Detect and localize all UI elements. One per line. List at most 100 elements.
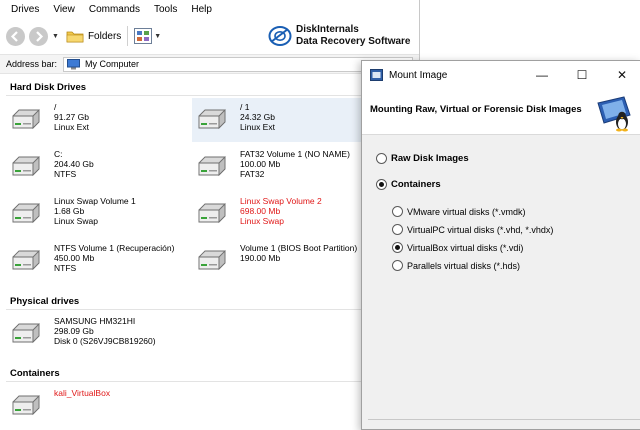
menu-drives[interactable]: Drives [4,4,46,15]
item-size: 698.00 Mb [240,206,281,216]
maximize-button[interactable]: ☐ [566,61,598,89]
item-text: Linux Swap Volume 1 1.68 Gb Linux Swap [54,196,136,226]
radio-raw[interactable] [376,153,387,164]
item-text: Linux Swap Volume 2 698.00 Mb Linux Swap [240,196,322,226]
dialog-header-text: Mounting Raw, Virtual or Forensic Disk I… [370,104,582,115]
drive-item[interactable]: /91.27 Gb Linux Ext [6,98,186,142]
computer-icon [67,58,81,69]
item-fs: Linux Swap [54,216,98,226]
radio-virtualbox-dot[interactable] [392,242,403,253]
address-bar: Address bar: My Computer [0,54,419,74]
section-title: Physical drives [10,296,80,307]
item-text: C: 204.40 Gb NTFS [54,149,94,179]
hard-drive-icon [12,249,40,271]
radio-vmware[interactable]: VMware virtual disks (*.vmdk) [392,206,526,217]
option-label: VMware virtual disks (*.vmdk) [407,206,526,217]
option-label: Raw Disk Images [391,153,469,164]
item-fs: NTFS [54,263,77,273]
physical-grid: SAMSUNG HM321HI 298.09 Gb Disk 0 (S26VJ9CB… [0,312,419,360]
radio-virtualbox[interactable]: VirtualBox virtual disks (*.vdi) [392,242,523,253]
hard-drive-icon [12,108,40,130]
hard-drive-icon [12,202,40,224]
drive-item[interactable]: Volume 1 (BIOS Boot Partition) 190.00 Mb [192,239,372,283]
back-button[interactable] [6,26,25,46]
arrow-left-icon [10,30,18,42]
container-item[interactable]: kali_VirtualBox [6,384,186,428]
menu-commands[interactable]: Commands [82,4,147,15]
item-text: / 1 24.32 Gb Linux Ext [240,102,275,132]
close-icon: ✕ [616,68,628,82]
menu-tools[interactable]: Tools [147,4,184,15]
minimize-button[interactable]: — [526,61,558,89]
radio-vmware-dot[interactable] [392,206,403,217]
containers-grid: kali_VirtualBox [0,384,419,424]
folders-button[interactable]: Folders [66,29,121,43]
drive-item[interactable]: Linux Swap Volume 1 1.68 Gb Linux Swap [6,192,186,236]
item-name: SAMSUNG HM321HI [54,316,136,326]
divider [6,309,413,310]
item-name: Linux Swap Volume 2 [240,196,322,206]
item-name: kali_VirtualBox [54,388,111,398]
item-name: Volume 1 (BIOS Boot Partition) [240,243,358,253]
drive-item[interactable]: FAT32 Volume 1 (NO NAME) 100.00 Mb FAT32 [192,145,372,189]
item-text: /91.27 Gb Linux Ext [54,102,89,132]
maximize-icon: ☐ [576,68,588,82]
hard-drive-icon [12,155,40,177]
forward-button[interactable] [29,26,48,46]
radio-parallels-dot[interactable] [392,260,403,271]
view-icon [134,28,153,44]
item-name: Linux Swap Volume 1 [54,196,136,206]
drive-item[interactable]: C: 204.40 Gb NTFS [6,145,186,189]
menu-bar: Drives View Commands Tools Help [0,0,419,18]
option-label: VirtualPC virtual disks (*.vhd, *.vhdx) [407,224,554,235]
hard-drive-icon [12,322,40,344]
history-dropdown-icon[interactable]: ▼ [52,33,59,40]
radio-virtualpc-dot[interactable] [392,224,403,235]
section-title: Containers [10,368,60,379]
item-size: 204.40 Gb [54,159,94,169]
item-size: 450.00 Mb [54,253,95,263]
drive-item[interactable]: NTFS Volume 1 (Recuperación) 450.00 Mb NTF… [6,239,186,283]
section-hard-disk-drives: Hard Disk Drives [0,74,419,98]
chevron-down-icon: ▼ [154,32,162,40]
brand-line-2: Data Recovery Software [296,36,411,47]
hard-drive-icon [198,249,226,271]
close-button[interactable]: ✕ [606,61,638,89]
drive-item[interactable]: / 1 24.32 Gb Linux Ext [192,98,372,142]
hard-drive-icon [198,108,226,130]
radio-containers[interactable]: Containers [376,179,441,190]
radio-raw-disk-images[interactable]: Raw Disk Images [376,153,469,164]
item-text: SAMSUNG HM321HI 298.09 Gb Disk 0 (S26VJ9CB… [54,316,156,346]
radio-virtualpc[interactable]: VirtualPC virtual disks (*.vhd, *.vhdx) [392,224,553,235]
hard-drive-icon [198,155,226,177]
divider [6,381,413,382]
section-physical-drives: Physical drives [0,288,419,312]
item-name: / [54,102,57,112]
folders-label: Folders [87,30,122,42]
item-size: 190.00 Mb [240,253,281,263]
arrow-right-icon [36,30,44,42]
brand-line-1: DiskInternals [296,24,359,35]
menu-view[interactable]: View [46,4,82,15]
item-size: 24.32 Gb [240,112,275,122]
item-size: 298.09 Gb [54,326,94,336]
drive-item[interactable]: Linux Swap Volume 2 698.00 Mb Linux Swap [192,192,372,236]
item-fs: Disk 0 (S26VJ9CB819260) [54,336,156,346]
item-name: NTFS Volume 1 (Recuperación) [54,243,175,253]
tux-penguin-icon [597,96,631,132]
dialog-header: Mounting Raw, Virtual or Forensic Disk I… [362,89,640,135]
hdd-grid: /91.27 Gb Linux Ext / 1 24.32 Gb Linux Ext C:… [0,98,419,288]
section-title: Hard Disk Drives [10,82,87,93]
radio-containers-dot[interactable] [376,179,387,190]
mount-image-dialog: Mount Image — ☐ ✕ Mounting Raw, Virtual … [361,60,640,430]
app-icon [370,69,383,81]
radio-parallels[interactable]: Parallels virtual disks (*.hds) [392,260,520,271]
physical-drive-item[interactable]: SAMSUNG HM321HI 298.09 Gb Disk 0 (S26VJ9CB… [6,312,186,356]
item-text: FAT32 Volume 1 (NO NAME) 100.00 Mb FAT32 [240,149,350,179]
dialog-title: Mount Image [389,69,448,81]
option-label: Parallels virtual disks (*.hds) [407,260,521,271]
option-label: VirtualBox virtual disks (*.vdi) [407,242,524,253]
menu-help[interactable]: Help [184,4,219,15]
item-name: FAT32 Volume 1 (NO NAME) [240,149,350,159]
view-mode-button[interactable]: ▼ [134,28,166,44]
